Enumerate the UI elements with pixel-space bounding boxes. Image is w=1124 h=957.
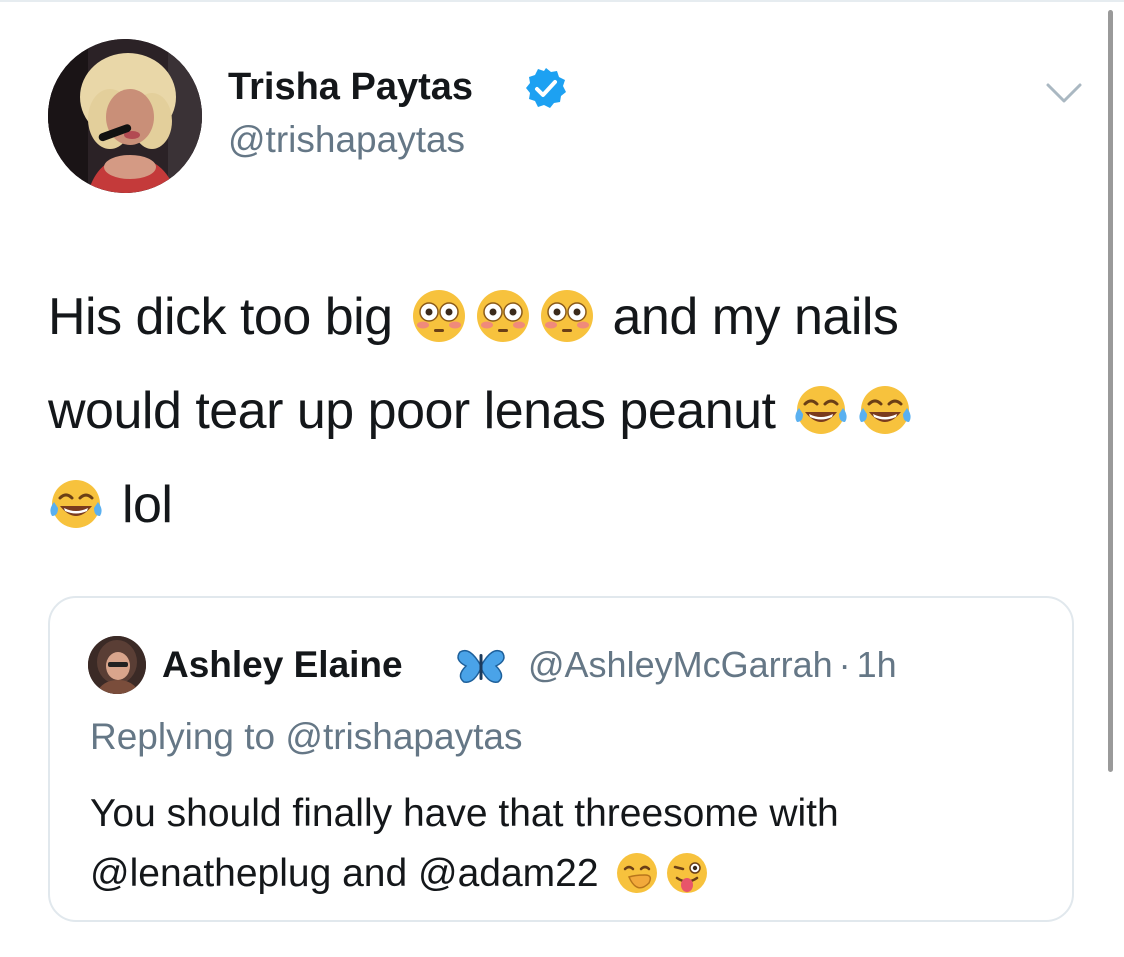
- tweet-text-line1-end: and my nails: [612, 288, 899, 346]
- scrollbar[interactable]: [1108, 10, 1113, 772]
- author-display-name[interactable]: Trisha Paytas: [228, 63, 473, 111]
- separator-dot: ·: [838, 644, 851, 685]
- tears-emoji-group-2: [48, 476, 104, 532]
- butterfly-icon: [457, 649, 505, 683]
- tears-of-joy-icon: [48, 476, 104, 532]
- quoted-author-handle-line: @AshleyMcGarrah · 1h: [528, 642, 897, 688]
- flushed-emoji-group: [411, 288, 595, 344]
- verified-badge-icon: [526, 68, 566, 108]
- tweet-text: His dick too big and my nails would tear…: [48, 270, 1068, 552]
- author-avatar[interactable]: [48, 39, 202, 193]
- winking-tongue-icon: [665, 851, 709, 895]
- flushed-face-icon: [539, 288, 595, 344]
- hand-over-mouth-icon: [615, 851, 659, 895]
- flushed-face-icon: [475, 288, 531, 344]
- quoted-author-handle[interactable]: @AshleyMcGarrah: [528, 644, 833, 685]
- top-divider: [0, 0, 1124, 2]
- replying-prefix: Replying to: [90, 716, 276, 757]
- quoted-timestamp[interactable]: 1h: [857, 644, 897, 685]
- tears-emoji-group: [793, 382, 913, 438]
- tweet-text-line3: lol: [121, 476, 173, 534]
- flushed-face-icon: [411, 288, 467, 344]
- quoted-tweet-card[interactable]: Ashley Elaine @AshleyMcGarrah · 1h Replyin…: [48, 596, 1074, 922]
- replying-mention-link[interactable]: @trishapaytas: [285, 716, 522, 757]
- quoted-tweet-text: You should finally have that threesome w…: [90, 784, 1050, 904]
- chevron-down-icon[interactable]: [1044, 79, 1084, 109]
- tears-of-joy-icon: [793, 382, 849, 438]
- tweet-text-line2: would tear up poor lenas peanut: [48, 382, 776, 440]
- quoted-text-line2: @lenatheplug and @adam22: [90, 852, 599, 895]
- author-handle[interactable]: @trishapaytas: [228, 117, 465, 163]
- tears-of-joy-icon: [857, 382, 913, 438]
- quoted-author-name[interactable]: Ashley Elaine: [162, 642, 403, 688]
- replying-to: Replying to @trishapaytas: [90, 714, 522, 760]
- tweet-text-line1-start: His dick too big: [48, 288, 393, 346]
- quoted-text-line1: You should finally have that threesome w…: [90, 792, 839, 835]
- quoted-author-avatar[interactable]: [88, 636, 146, 694]
